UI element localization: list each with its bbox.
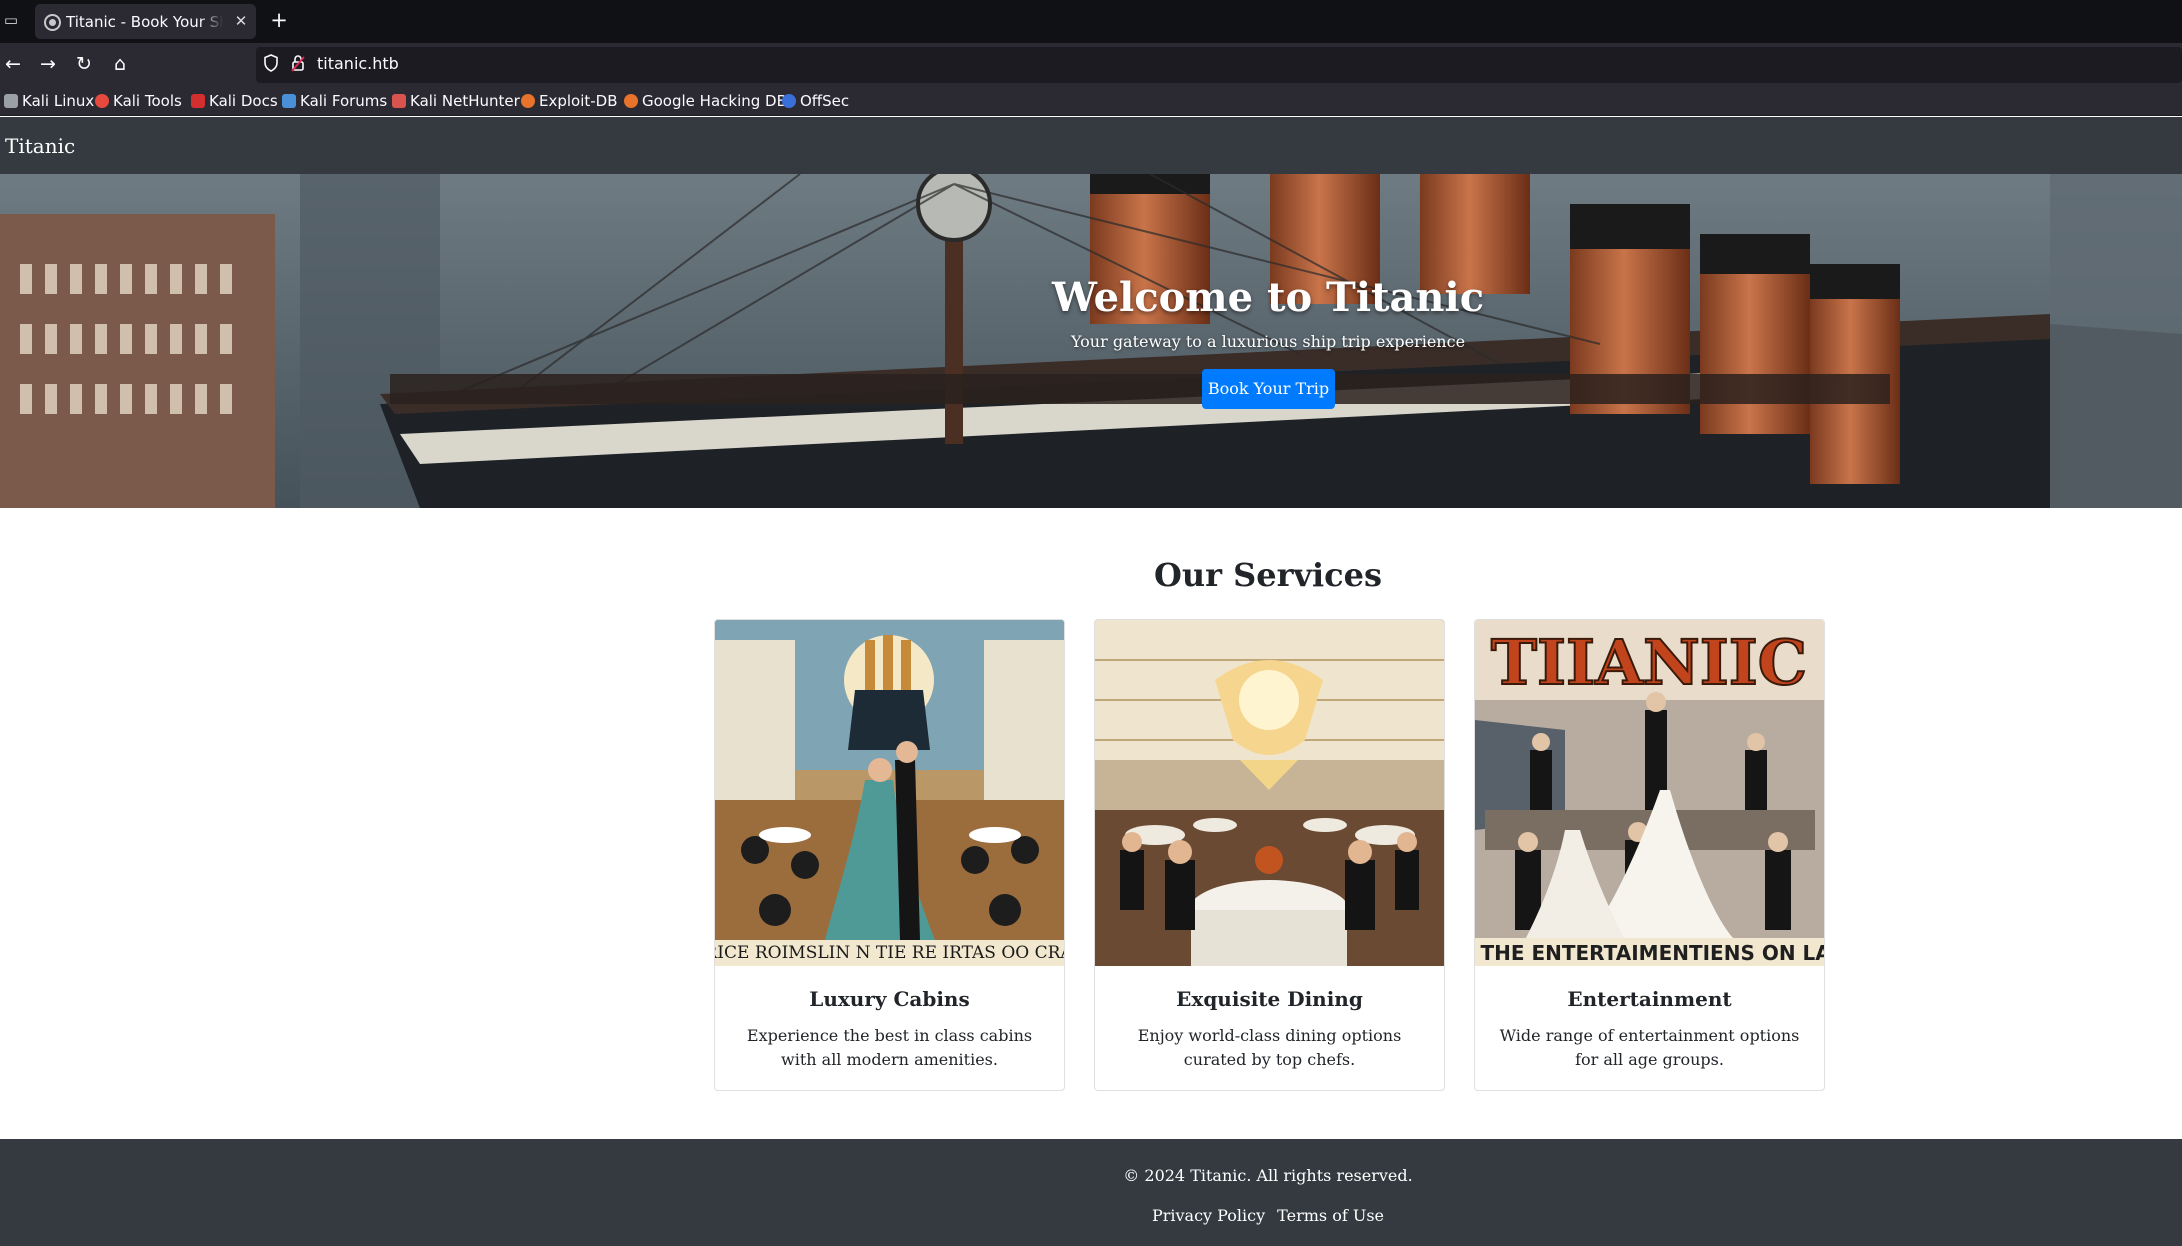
card-text: Wide range of entertainment options for … xyxy=(1499,1026,1800,1069)
bookmark-label: Kali Forums xyxy=(300,92,388,110)
exploit-db-icon xyxy=(521,94,535,108)
kali-nethunter-icon xyxy=(392,94,406,108)
insecure-lock-icon[interactable] xyxy=(290,53,306,73)
dining-hall-image xyxy=(1095,620,1444,966)
home-icon[interactable]: ⌂ xyxy=(107,51,133,77)
luxury-cabins-image: TTRICE ROIMSLIN N TIE RE IRTAS OO CRAS I xyxy=(715,620,1064,966)
site-favicon-icon xyxy=(44,14,61,31)
bookmark-label: Kali Linux xyxy=(22,92,95,110)
bookmark-offsec[interactable]: OffSec xyxy=(782,92,849,110)
tab-list-icon[interactable]: ▭ xyxy=(2,11,20,29)
browser-tab-active[interactable]: Titanic - Book Your Ship Trip ✕ xyxy=(35,4,256,39)
hero-title: Welcome to Titanic xyxy=(1051,274,1485,321)
entertainment-image-caption: E THE ENTERTAIMENTIENS ON LAI xyxy=(1475,941,1824,965)
site-brand-link[interactable]: Titanic xyxy=(5,133,75,159)
footer-copyright: © 2024 Titanic. All rights reserved. xyxy=(1123,1166,1413,1185)
bookmark-kali-docs[interactable]: Kali Docs xyxy=(191,92,278,110)
close-tab-icon[interactable]: ✕ xyxy=(231,11,251,31)
card-title: Entertainment xyxy=(1567,987,1732,1011)
terms-of-use-link[interactable]: Terms of Use xyxy=(1277,1205,1384,1227)
address-bar[interactable] xyxy=(256,47,2182,83)
bookmark-label: OffSec xyxy=(800,92,850,110)
site-footer: © 2024 Titanic. All rights reserved. Pri… xyxy=(0,1139,2182,1246)
book-your-trip-button[interactable]: Book Your Trip xyxy=(1202,369,1335,409)
kali-docs-icon xyxy=(191,94,205,108)
offsec-icon xyxy=(782,94,796,108)
browser-navigation-bar: ← → ↻ ⌂ titanic.htb xyxy=(0,43,2182,86)
bookmark-google-hacking-db[interactable]: Google Hacking DB xyxy=(624,92,787,110)
poster-title-text: TIIANIIC xyxy=(1491,626,1807,699)
url-text[interactable]: titanic.htb xyxy=(317,52,399,76)
forward-arrow-icon[interactable]: → xyxy=(35,51,61,77)
ghdb-icon xyxy=(624,94,638,108)
card-text: Enjoy world-class dining options curated… xyxy=(1137,1026,1402,1069)
back-arrow-icon[interactable]: ← xyxy=(0,51,26,77)
bookmark-kali-nethunter[interactable]: Kali NetHunter xyxy=(392,92,520,110)
card-text: Experience the best in class cabins with… xyxy=(746,1026,1033,1069)
bookmark-exploit-db[interactable]: Exploit-DB xyxy=(521,92,618,110)
bookmark-label: Kali Docs xyxy=(209,92,278,110)
services-heading: Our Services xyxy=(1153,556,1383,594)
privacy-policy-link[interactable]: Privacy Policy xyxy=(1152,1205,1265,1227)
new-tab-plus-icon[interactable]: + xyxy=(268,9,290,31)
bookmark-label: Exploit-DB xyxy=(539,92,618,110)
card-title: Luxury Cabins xyxy=(809,987,970,1011)
tab-title: Titanic - Book Your Ship Trip xyxy=(66,13,223,31)
hero-banner: Welcome to Titanic Your gateway to a lux… xyxy=(0,174,2182,508)
browser-tab-bar: ▭ Titanic - Book Your Ship Trip ✕ + xyxy=(0,0,2182,43)
tracking-protection-shield-icon[interactable] xyxy=(263,53,279,73)
footer-links: Privacy Policy Terms of Use xyxy=(0,1205,2182,1227)
service-card-luxury-cabins: TTRICE ROIMSLIN N TIE RE IRTAS OO CRAS I… xyxy=(714,619,1065,1091)
bookmark-kali-tools[interactable]: Kali Tools xyxy=(95,92,182,110)
service-card-exquisite-dining: Exquisite Dining Enjoy world-class dinin… xyxy=(1094,619,1445,1091)
bookmark-label: Kali Tools xyxy=(113,92,182,110)
site-navbar: Titanic xyxy=(0,117,2182,174)
kali-dragon-icon xyxy=(4,94,18,108)
bookmark-kali-forums[interactable]: Kali Forums xyxy=(282,92,387,110)
hero-subtitle: Your gateway to a luxurious ship trip ex… xyxy=(1070,332,1466,351)
reload-icon[interactable]: ↻ xyxy=(71,51,97,77)
bookmark-kali-linux[interactable]: Kali Linux xyxy=(4,92,94,110)
luxury-cabins-image-caption: TTRICE ROIMSLIN N TIE RE IRTAS OO CRAS I xyxy=(715,943,1064,963)
service-card-entertainment: TIIANIIC E THE ENTERTAIMENTIENS ON LAI E… xyxy=(1474,619,1825,1091)
bookmarks-toolbar: Kali Linux Kali Tools Kali Docs Kali For… xyxy=(0,86,2182,116)
bookmark-label: Kali NetHunter xyxy=(410,92,520,110)
card-title: Exquisite Dining xyxy=(1176,987,1363,1011)
kali-tools-icon xyxy=(95,94,109,108)
bookmark-label: Google Hacking DB xyxy=(642,92,787,110)
kali-forums-icon xyxy=(282,94,296,108)
entertainment-poster-image: TIIANIIC E THE ENTERTAIMENTIENS ON LAI xyxy=(1475,620,1824,966)
